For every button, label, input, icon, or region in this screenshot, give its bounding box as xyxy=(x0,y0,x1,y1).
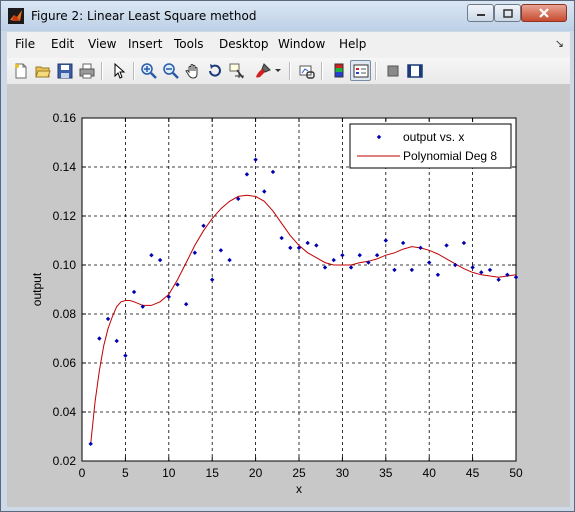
insert-legend-button[interactable] xyxy=(350,60,371,81)
brush-dropdown[interactable] xyxy=(272,60,284,81)
x-tick-label: 0 xyxy=(79,466,86,480)
minimize-button[interactable] xyxy=(467,4,494,22)
y-tick-label: 0.16 xyxy=(53,111,77,125)
x-tick-label: 5 xyxy=(122,466,129,480)
hide-plot-tools-icon xyxy=(387,65,398,76)
save-button[interactable] xyxy=(54,60,75,81)
print-button[interactable] xyxy=(76,60,97,81)
title-bar[interactable]: Figure 2: Linear Least Square method xyxy=(1,1,574,31)
menu-desktop[interactable]: Desktop xyxy=(219,37,269,51)
maximize-button[interactable] xyxy=(494,4,521,22)
pan-hand-icon xyxy=(184,63,197,79)
x-tick-label: 30 xyxy=(336,466,350,480)
link-plot-button[interactable] xyxy=(296,60,317,81)
x-tick-label: 10 xyxy=(162,466,176,480)
minimize-icon xyxy=(476,14,485,16)
menu-tools[interactable]: Tools xyxy=(174,37,204,51)
x-tick-label: 35 xyxy=(379,466,393,480)
close-icon xyxy=(539,8,549,18)
x-tick-label: 20 xyxy=(249,466,263,480)
hide-plot-tools-button[interactable] xyxy=(382,60,403,81)
brush-button[interactable] xyxy=(252,60,273,81)
zoom-in-icon xyxy=(140,62,157,79)
pan-button[interactable] xyxy=(182,60,203,81)
x-tick-label: 15 xyxy=(206,466,220,480)
y-tick-label: 0.10 xyxy=(53,258,77,272)
x-tick-label: 50 xyxy=(509,466,523,480)
y-tick-label: 0.02 xyxy=(53,454,77,468)
open-folder-icon xyxy=(34,66,51,77)
toolbar-separator xyxy=(375,62,377,80)
menu-view[interactable]: View xyxy=(88,37,116,51)
legend-label-points: output vs. x xyxy=(403,130,464,144)
y-axis-label: output xyxy=(30,272,44,306)
save-icon xyxy=(57,63,72,78)
y-tick-label: 0.14 xyxy=(53,160,77,174)
toolbar-separator xyxy=(133,62,135,80)
menu-insert[interactable]: Insert xyxy=(128,37,162,51)
edit-plot-button[interactable] xyxy=(108,60,129,81)
open-file-button[interactable] xyxy=(32,60,53,81)
figure-canvas[interactable]: 0 5 10 15 20 25 30 35 40 45 50 0.02 0.04 0.06 0.08 0.10… xyxy=(7,85,570,507)
menu-edit[interactable]: Edit xyxy=(51,37,74,51)
y-tick-label: 0.08 xyxy=(53,307,77,321)
y-tick-label: 0.12 xyxy=(53,209,77,223)
y-tick-label: 0.04 xyxy=(53,405,77,419)
dock-arrow-icon[interactable]: ↘ xyxy=(555,37,564,50)
print-icon xyxy=(79,63,94,78)
zoom-out-icon xyxy=(162,62,179,79)
pointer-icon xyxy=(114,62,125,79)
plot-axes[interactable]: 0 5 10 15 20 25 30 35 40 45 50 0.02 0.04 0.06 0.08 0.10… xyxy=(7,85,570,507)
menu-help[interactable]: Help xyxy=(339,37,366,51)
toolbar-separator xyxy=(101,62,103,80)
new-figure-button[interactable] xyxy=(10,60,31,81)
figure-window: Figure 2: Linear Least Square method Fil… xyxy=(0,0,575,512)
toolbar-separator xyxy=(289,62,291,80)
colorbar-icon xyxy=(334,63,343,77)
x-tick-label: 40 xyxy=(423,466,437,480)
show-plot-tools-button[interactable] xyxy=(404,60,425,81)
menu-file[interactable]: File xyxy=(15,37,35,51)
plot-background xyxy=(82,118,516,461)
legend-icon xyxy=(353,64,368,77)
new-file-icon xyxy=(14,63,26,78)
rotate-3d-button[interactable] xyxy=(204,60,225,81)
x-tick-label: 45 xyxy=(466,466,480,480)
x-tick-label: 25 xyxy=(292,466,306,480)
x-axis-label: x xyxy=(296,482,302,496)
legend-label-line: Polynomial Deg 8 xyxy=(403,149,497,163)
data-cursor-icon xyxy=(229,63,244,78)
maximize-icon xyxy=(502,8,513,18)
zoom-out-button[interactable] xyxy=(160,60,181,81)
chevron-down-icon xyxy=(275,68,281,72)
figure-toolbar xyxy=(7,58,570,85)
menu-window[interactable]: Window xyxy=(278,37,325,51)
insert-colorbar-button[interactable] xyxy=(328,60,349,81)
show-plot-tools-icon xyxy=(406,63,423,78)
link-plot-icon xyxy=(299,65,315,79)
rotate-3d-icon xyxy=(208,63,221,77)
menu-bar: File Edit View Insert Tools Desktop Wind… xyxy=(7,32,570,59)
data-cursor-button[interactable] xyxy=(226,60,247,81)
close-button[interactable] xyxy=(521,4,567,22)
matlab-logo-icon xyxy=(8,8,24,24)
y-tick-label: 0.06 xyxy=(53,356,77,370)
zoom-in-button[interactable] xyxy=(138,60,159,81)
window-title: Figure 2: Linear Least Square method xyxy=(31,9,257,23)
brush-icon xyxy=(255,62,271,77)
toolbar-separator xyxy=(321,62,323,80)
